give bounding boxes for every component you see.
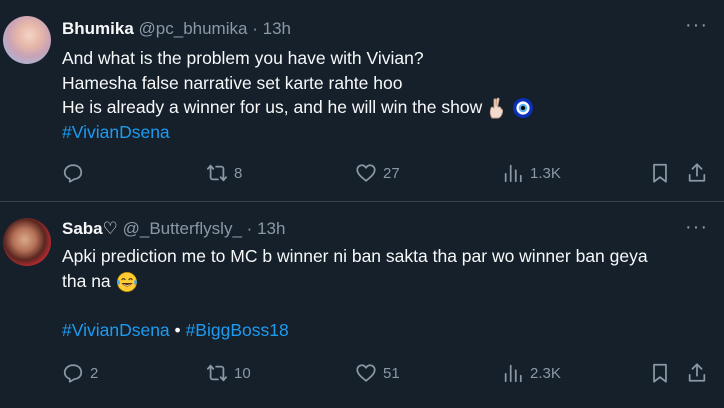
tweet-text: And what is the problem you have with Vi… [62, 46, 534, 144]
tweet-header: Saba♡ @_Butterflysly_ · 13h [62, 219, 285, 239]
bookmark-icon [653, 363, 667, 383]
tears-of-joy-emoji [116, 271, 137, 292]
avatar[interactable] [3, 218, 51, 266]
bookmark-button[interactable] [649, 162, 671, 184]
views-count: 2.3K [530, 364, 561, 382]
views-icon [504, 364, 522, 383]
more-options-icon[interactable]: ··· [685, 217, 708, 237]
retweet-icon [206, 164, 228, 182]
hashtag-link[interactable]: #VivianDsena [62, 320, 170, 340]
tweet-line: Hamesha false narrative set karte rahte … [62, 72, 403, 93]
views-button[interactable]: 2.3K [502, 362, 561, 384]
retweet-icon [206, 364, 228, 382]
author-handle[interactable]: @pc_bhumika [139, 19, 248, 38]
hashtag-link[interactable]: #BiggBoss18 [186, 320, 289, 340]
retweet-count: 8 [234, 164, 243, 182]
tweet-text: Apki prediction me to MC b winner ni ban… [62, 244, 648, 342]
reply-count: 2 [90, 364, 99, 382]
tweet-actions: 2 10 51 2.3K [62, 362, 714, 386]
avatar[interactable] [3, 16, 51, 64]
separator-dot: · [252, 19, 258, 38]
separator-dot: · [246, 219, 253, 238]
like-count: 27 [383, 164, 400, 182]
views-button[interactable]: 1.3K [502, 162, 561, 184]
hashtag-link[interactable]: #VivianDsena [62, 122, 170, 142]
hashtag-separator: • [174, 319, 181, 340]
bookmark-button[interactable] [649, 362, 671, 384]
views-count: 1.3K [530, 164, 561, 182]
views-icon [504, 164, 522, 183]
like-count: 51 [383, 364, 400, 382]
author-handle[interactable]: @_Butterflysly_ [123, 219, 242, 238]
tweet-actions: 8 27 1.3K [62, 162, 714, 186]
share-button[interactable] [686, 162, 708, 184]
tweet[interactable]: Bhumika @pc_bhumika · 13h ··· And what i… [0, 0, 724, 202]
tweet-line: tha na [62, 270, 111, 291]
timestamp[interactable]: 13h [257, 219, 285, 238]
retweet-count: 10 [234, 364, 251, 382]
reply-button[interactable] [62, 162, 90, 184]
crossed-fingers-emoji [489, 97, 504, 119]
like-button[interactable]: 27 [355, 162, 400, 184]
retweet-button[interactable]: 10 [206, 362, 251, 384]
tweet-line: Apki prediction me to MC b winner ni ban… [62, 246, 648, 266]
heart-icon [356, 164, 376, 182]
like-button[interactable]: 51 [355, 362, 400, 384]
hashtag-line: #VivianDsena [62, 120, 534, 145]
bookmark-icon [653, 163, 667, 183]
tweet-line-with-emoji: tha na [62, 269, 648, 294]
nazar-amulet-emoji [512, 98, 533, 119]
tweet-line: He is already a winner for us, and he wi… [62, 97, 483, 117]
heart-icon [356, 364, 376, 382]
tweet-line: And what is the problem you have with Vi… [62, 48, 424, 68]
hashtag-line: #VivianDsena • #BiggBoss18 [62, 318, 648, 343]
author-name[interactable]: Saba♡ [62, 219, 118, 238]
author-name[interactable]: Bhumika [62, 19, 134, 38]
more-options-icon[interactable]: ··· [685, 15, 708, 35]
share-button[interactable] [686, 362, 708, 384]
timestamp[interactable]: 13h [263, 19, 291, 38]
share-icon [688, 363, 706, 382]
share-icon [688, 163, 706, 182]
reply-icon [63, 164, 83, 183]
tweet-line-with-emoji: He is already a winner for us, and he wi… [62, 95, 534, 120]
reply-icon [63, 364, 83, 383]
reply-button[interactable]: 2 [62, 362, 98, 384]
retweet-button[interactable]: 8 [206, 162, 242, 184]
tweet-header: Bhumika @pc_bhumika · 13h [62, 19, 291, 39]
